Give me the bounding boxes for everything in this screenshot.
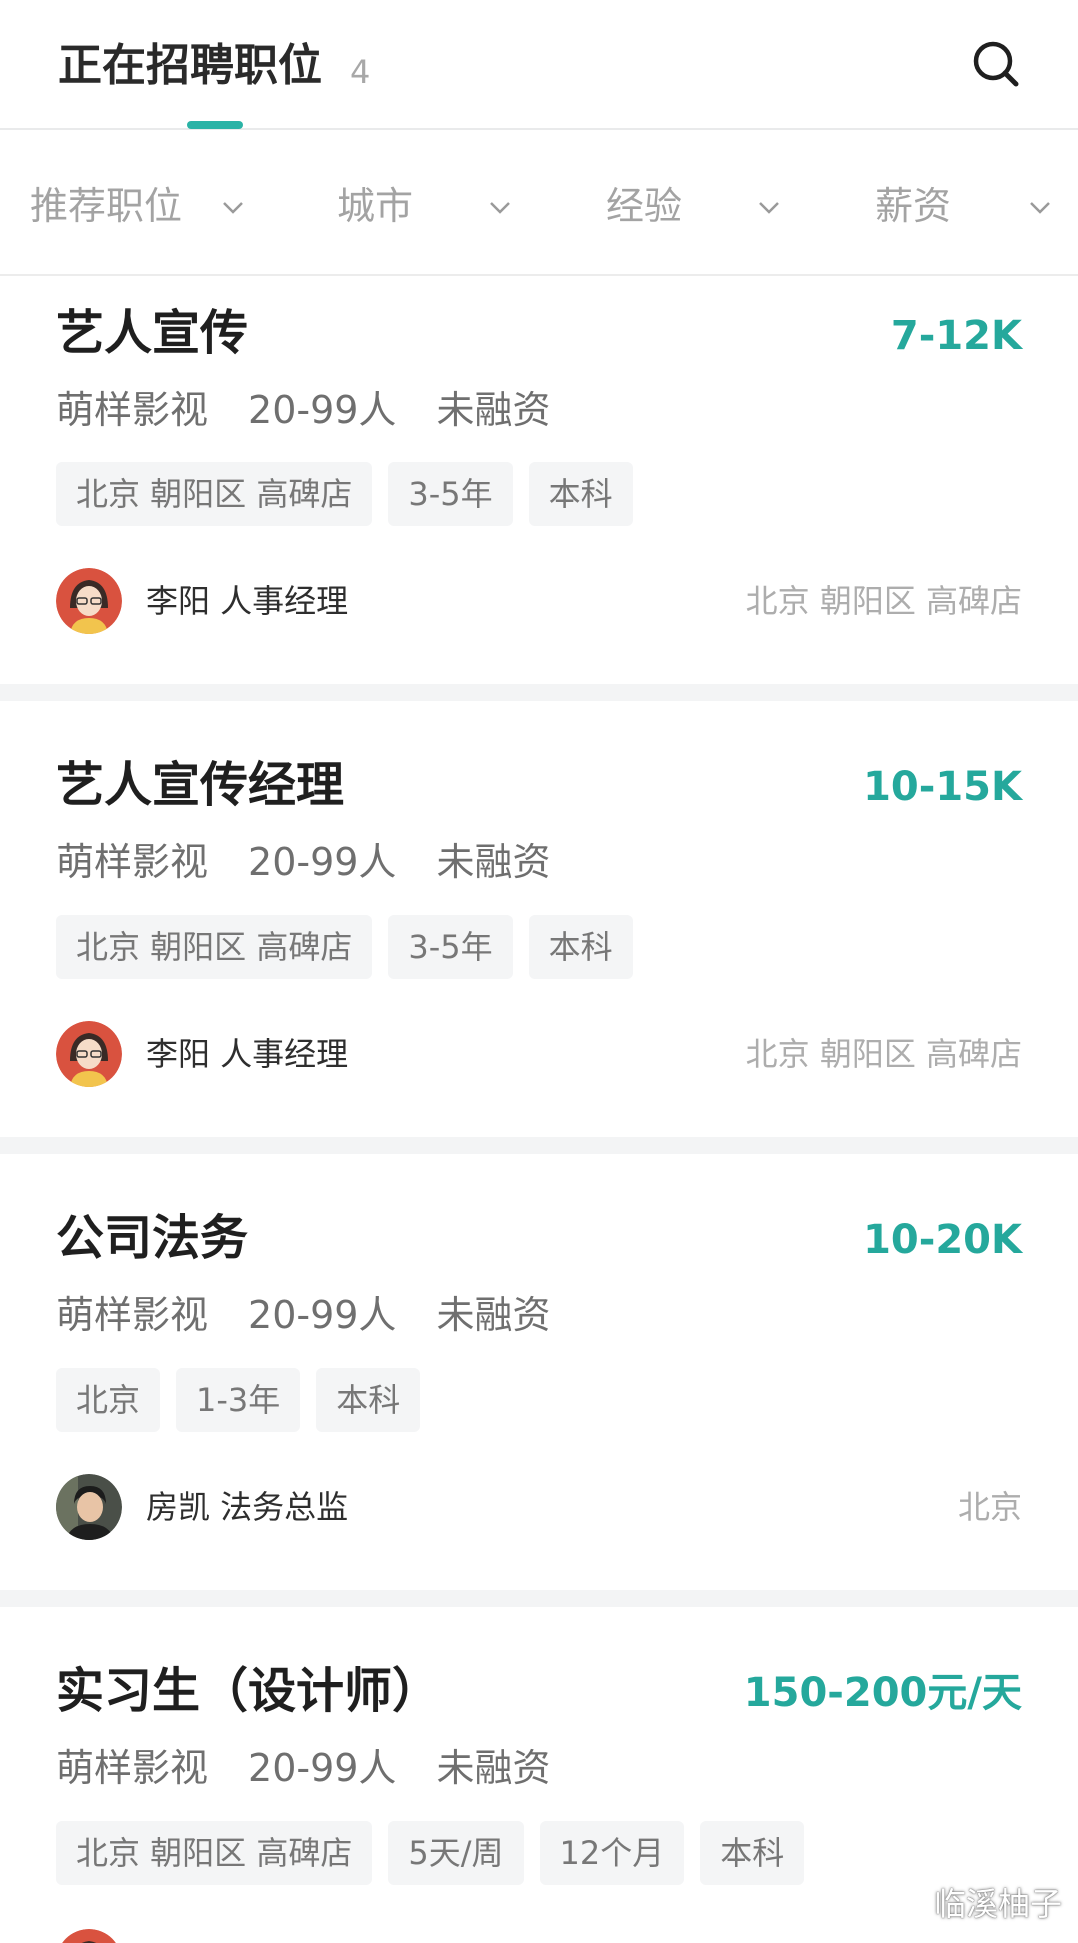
avatar [56, 568, 122, 634]
filter-bar: 推荐职位 城市 经验 薪资 [0, 130, 1078, 276]
recruiter-name: 房凯 法务总监 [146, 1488, 349, 1526]
job-tags: 北京 朝阳区 高碑店 3-5年 本科 [56, 915, 649, 979]
work-location: 北京 朝阳区 高碑店 [745, 582, 1022, 620]
job-listing-page: 正在招聘职位 4 推荐职位 城市 经验 薪资 艺人宣传 7-12K 萌样影视 2… [0, 0, 1078, 1943]
company-info: 萌样影视 20-99人 未融资 [56, 1744, 590, 1792]
filter-experience[interactable]: 经验 [606, 182, 786, 230]
company-name: 萌样影视 [56, 1293, 209, 1337]
job-salary: 10-15K [863, 764, 1022, 810]
company-size: 20-99人 [248, 388, 397, 432]
tag-education: 本科 [528, 915, 633, 979]
filter-label: 经验 [606, 184, 683, 228]
tag-location: 北京 朝阳区 高碑店 [56, 1821, 373, 1885]
job-title: 公司法务 [56, 1210, 249, 1266]
recruiter-info: 李阳 人事经理 [56, 568, 348, 634]
recruiter-name: 李阳 人事经理 [146, 582, 349, 620]
filter-recommended[interactable]: 推荐职位 [30, 182, 250, 230]
recruiter-name: 李阳 人事经理 [146, 1035, 349, 1073]
job-card[interactable]: 公司法务 10-20K 萌样影视 20-99人 未融资 北京 1-3年 本科 房… [0, 1154, 1078, 1590]
job-title: 艺人宣传经理 [56, 757, 345, 813]
company-size: 20-99人 [248, 840, 397, 884]
filter-salary[interactable]: 薪资 [875, 182, 1055, 230]
search-icon [973, 41, 1019, 87]
job-card[interactable]: 实习生（设计师） 150-200元/天 萌样影视 20-99人 未融资 北京 朝… [0, 1607, 1078, 1943]
tag-location: 北京 朝阳区 高碑店 [56, 915, 373, 979]
tag-experience: 3-5年 [388, 462, 513, 526]
filter-label: 薪资 [875, 184, 952, 228]
job-title: 艺人宣传 [56, 305, 249, 361]
chevron-down-icon [759, 202, 779, 214]
avatar [56, 1021, 122, 1087]
company-info: 萌样影视 20-99人 未融资 [56, 386, 590, 434]
work-location: 北京 [957, 1488, 1022, 1526]
tag-experience: 1-3年 [176, 1368, 301, 1432]
active-tab-indicator [187, 121, 243, 129]
funding-stage: 未融资 [436, 1293, 551, 1337]
company-info: 萌样影视 20-99人 未融资 [56, 1291, 590, 1339]
filter-city[interactable]: 城市 [337, 182, 517, 230]
company-name: 萌样影视 [56, 840, 209, 884]
job-tags: 北京 1-3年 本科 [56, 1368, 436, 1432]
tag-experience: 3-5年 [388, 915, 513, 979]
avatar [56, 1474, 122, 1540]
tag-schedule: 5天/周 [388, 1821, 524, 1885]
job-salary: 150-200元/天 [743, 1670, 1022, 1716]
tag-education: 本科 [316, 1368, 421, 1432]
funding-stage: 未融资 [436, 840, 551, 884]
funding-stage: 未融资 [436, 388, 551, 432]
job-count-badge: 4 [350, 53, 371, 91]
tag-education: 本科 [700, 1821, 805, 1885]
job-title: 实习生（设计师） [56, 1663, 441, 1719]
filter-label: 推荐职位 [30, 184, 183, 228]
tag-duration: 12个月 [539, 1821, 685, 1885]
tag-education: 本科 [528, 462, 633, 526]
funding-stage: 未融资 [436, 1746, 551, 1790]
work-location: 北京 朝阳区 高碑店 [745, 1035, 1022, 1073]
company-size: 20-99人 [248, 1746, 397, 1790]
avatar [56, 1929, 122, 1943]
job-salary: 7-12K [890, 313, 1022, 359]
recruiter-info: 房凯 法务总监 [56, 1474, 348, 1540]
filter-label: 城市 [337, 184, 414, 228]
chevron-down-icon [1030, 202, 1050, 214]
recruiter-info: 李阳 人事经理 [56, 1021, 348, 1087]
job-card[interactable]: 艺人宣传经理 10-15K 萌样影视 20-99人 未融资 北京 朝阳区 高碑店… [0, 701, 1078, 1137]
job-salary: 10-20K [863, 1217, 1022, 1263]
tag-location: 北京 朝阳区 高碑店 [56, 462, 373, 526]
job-tags: 北京 朝阳区 高碑店 5天/周 12个月 本科 [56, 1821, 820, 1885]
company-name: 萌样影视 [56, 388, 209, 432]
job-card[interactable]: 艺人宣传 7-12K 萌样影视 20-99人 未融资 北京 朝阳区 高碑店 3-… [0, 276, 1078, 684]
header: 正在招聘职位 4 [0, 0, 1078, 130]
company-size: 20-99人 [248, 1293, 397, 1337]
chevron-down-icon [223, 202, 243, 214]
page-title: 正在招聘职位 [58, 40, 322, 91]
watermark: 临溪柚子 [933, 1885, 1062, 1923]
tag-location: 北京 [56, 1368, 161, 1432]
company-name: 萌样影视 [56, 1746, 209, 1790]
company-info: 萌样影视 20-99人 未融资 [56, 838, 590, 886]
chevron-down-icon [490, 202, 510, 214]
job-tags: 北京 朝阳区 高碑店 3-5年 本科 [56, 462, 649, 526]
search-button[interactable] [970, 38, 1022, 90]
